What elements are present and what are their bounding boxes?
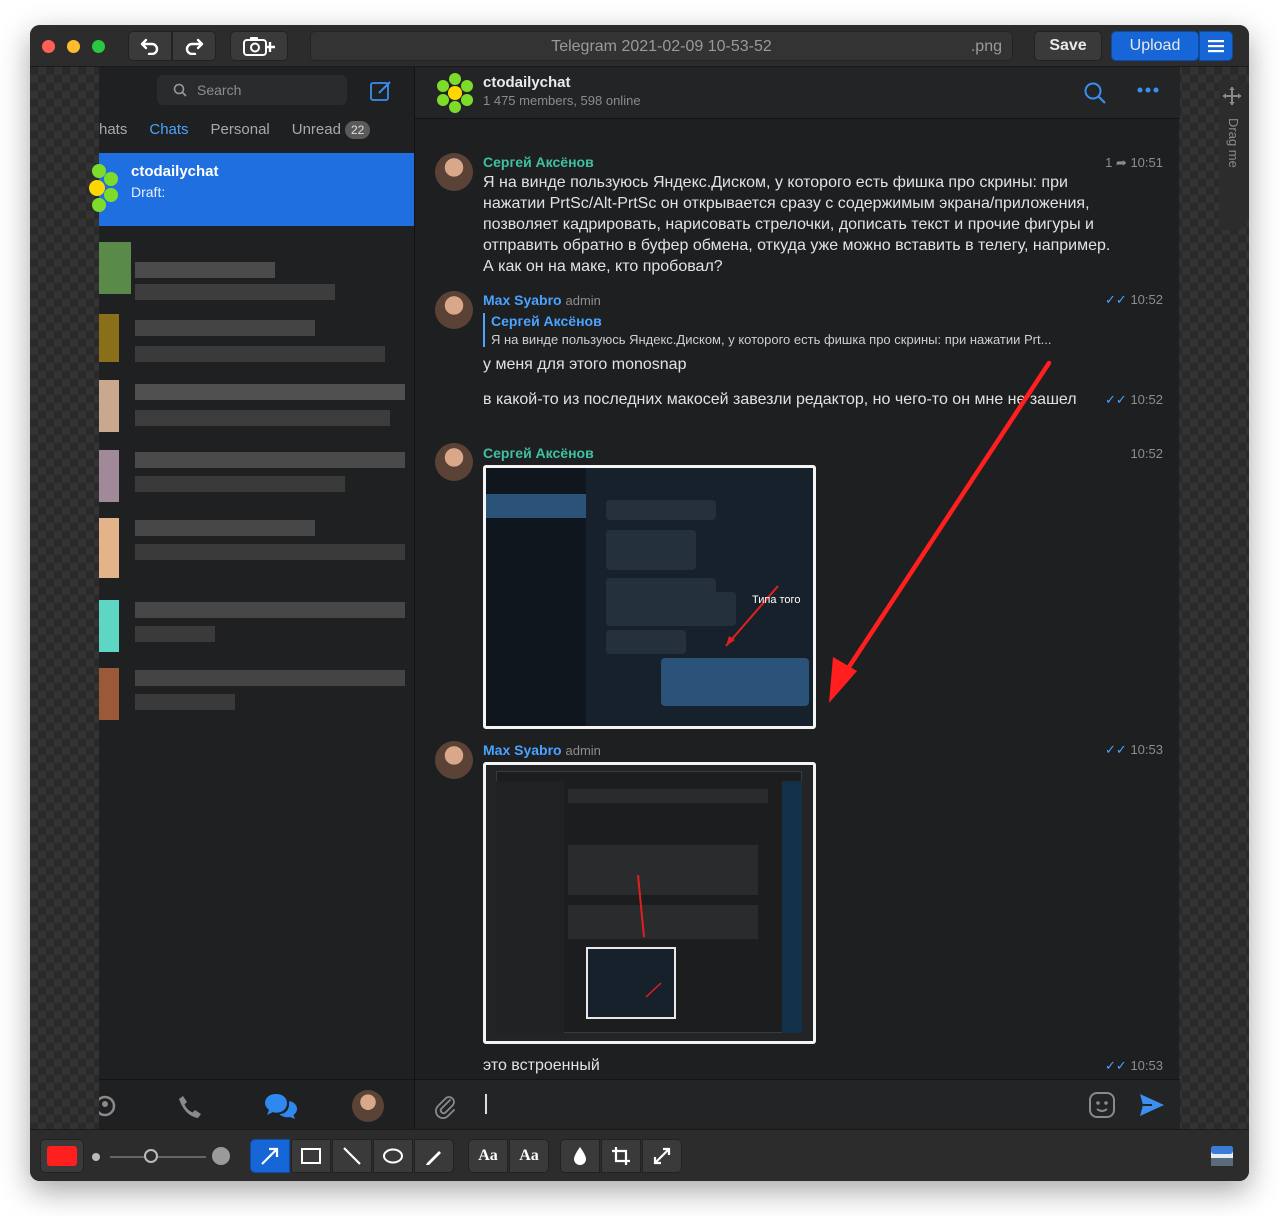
icq-flower-avatar bbox=[89, 164, 118, 212]
filename-text: Telegram 2021-02-09 10-53-52 bbox=[551, 38, 772, 55]
text-icon: Aa bbox=[478, 1147, 498, 1164]
image-preview-icon[interactable] bbox=[1210, 1144, 1234, 1168]
profile-avatar[interactable] bbox=[352, 1090, 384, 1122]
line-icon bbox=[343, 1147, 361, 1165]
crop-icon bbox=[612, 1147, 630, 1165]
emoji-sticker-icon[interactable] bbox=[1088, 1091, 1116, 1119]
active-chat-draft: Draft: bbox=[131, 184, 166, 200]
active-chat-title: ctodailychat bbox=[131, 163, 219, 180]
chat-list-item-active[interactable]: ctodailychat Draft: bbox=[89, 153, 414, 226]
search-icon bbox=[173, 83, 187, 97]
unread-badge: 22 bbox=[344, 121, 371, 139]
menu-button[interactable] bbox=[1199, 31, 1233, 61]
redo-button[interactable] bbox=[172, 31, 216, 61]
tab-chats[interactable]: Chats bbox=[149, 121, 188, 145]
arrow-tool-button[interactable] bbox=[250, 1139, 290, 1173]
drag-handle[interactable]: Drag me bbox=[1219, 80, 1249, 230]
rectangle-icon bbox=[301, 1148, 321, 1164]
filename-field[interactable]: Telegram 2021-02-09 10-53-52 .png bbox=[310, 31, 1013, 61]
sidebar-bottom-bar bbox=[99, 1079, 414, 1129]
ellipse-tool-button[interactable] bbox=[373, 1139, 413, 1173]
annotation-toolbar: Aa Aa bbox=[30, 1129, 1249, 1181]
tab-personal[interactable]: Personal bbox=[211, 121, 270, 145]
monosnap-window: Telegram 2021-02-09 10-53-52 .png Save U… bbox=[30, 25, 1249, 1181]
pixelated-chat-list bbox=[99, 242, 405, 722]
text-tool-button[interactable]: Aa bbox=[468, 1139, 508, 1173]
chat-panel: ctodailychat 1 475 members, 598 online С… bbox=[414, 67, 1180, 1129]
text-style-tool-button[interactable]: Aa bbox=[509, 1139, 549, 1173]
file-extension[interactable]: .png bbox=[971, 38, 1002, 56]
annotation-arrow-large[interactable] bbox=[415, 67, 1180, 1079]
thick-stroke-icon bbox=[212, 1147, 230, 1165]
search-input[interactable]: Search bbox=[157, 75, 347, 105]
attach-icon[interactable] bbox=[433, 1093, 457, 1119]
tab-unread-label: Unread bbox=[291, 121, 341, 138]
tab-unread[interactable]: Unread 22 bbox=[292, 121, 371, 145]
minimize-window-button[interactable] bbox=[67, 40, 80, 53]
folder-tabs: hats Chats Personal Unread 22 bbox=[99, 121, 371, 145]
move-icon bbox=[1223, 87, 1241, 105]
undo-button[interactable] bbox=[128, 31, 172, 61]
resize-tool-button[interactable] bbox=[642, 1139, 682, 1173]
ellipse-icon bbox=[383, 1148, 403, 1164]
contacts-icon[interactable] bbox=[99, 1094, 119, 1118]
search-placeholder: Search bbox=[197, 82, 242, 98]
upload-button[interactable]: Upload bbox=[1111, 31, 1199, 61]
close-window-button[interactable] bbox=[42, 40, 55, 53]
drag-me-label: Drag me bbox=[1226, 118, 1241, 168]
capture-button[interactable] bbox=[230, 31, 288, 61]
tab-all-chats[interactable]: hats bbox=[99, 121, 127, 145]
compose-icon[interactable] bbox=[369, 79, 393, 103]
droplet-icon bbox=[574, 1147, 586, 1165]
color-picker-button[interactable] bbox=[40, 1139, 84, 1173]
arrow-icon bbox=[261, 1147, 279, 1165]
thin-stroke-icon bbox=[92, 1153, 100, 1161]
color-swatch bbox=[47, 1146, 77, 1166]
pen-icon bbox=[426, 1151, 441, 1165]
save-button[interactable]: Save bbox=[1034, 31, 1102, 61]
chats-icon[interactable] bbox=[264, 1092, 298, 1122]
crop-tool-button[interactable] bbox=[601, 1139, 641, 1173]
line-tool-button[interactable] bbox=[332, 1139, 372, 1173]
send-icon[interactable] bbox=[1138, 1092, 1166, 1118]
stroke-width-slider[interactable] bbox=[110, 1156, 206, 1158]
redo-icon bbox=[185, 38, 204, 55]
calls-icon[interactable] bbox=[177, 1094, 203, 1120]
blur-tool-button[interactable] bbox=[560, 1139, 600, 1173]
message-input[interactable] bbox=[485, 1094, 487, 1114]
slider-handle[interactable] bbox=[144, 1149, 158, 1163]
text-style-icon: Aa bbox=[519, 1147, 539, 1164]
title-bar: Telegram 2021-02-09 10-53-52 .png Save U… bbox=[30, 25, 1249, 67]
camera-plus-icon bbox=[243, 37, 275, 56]
zoom-window-button[interactable] bbox=[92, 40, 105, 53]
undo-icon bbox=[140, 38, 159, 55]
hamburger-icon bbox=[1208, 40, 1224, 53]
message-input-bar bbox=[415, 1079, 1180, 1129]
rectangle-tool-button[interactable] bbox=[291, 1139, 331, 1173]
expand-icon bbox=[653, 1147, 671, 1165]
pen-tool-button[interactable] bbox=[414, 1139, 454, 1173]
telegram-sidebar: Search hats Chats Personal Unread 22 ctod… bbox=[89, 67, 414, 1129]
